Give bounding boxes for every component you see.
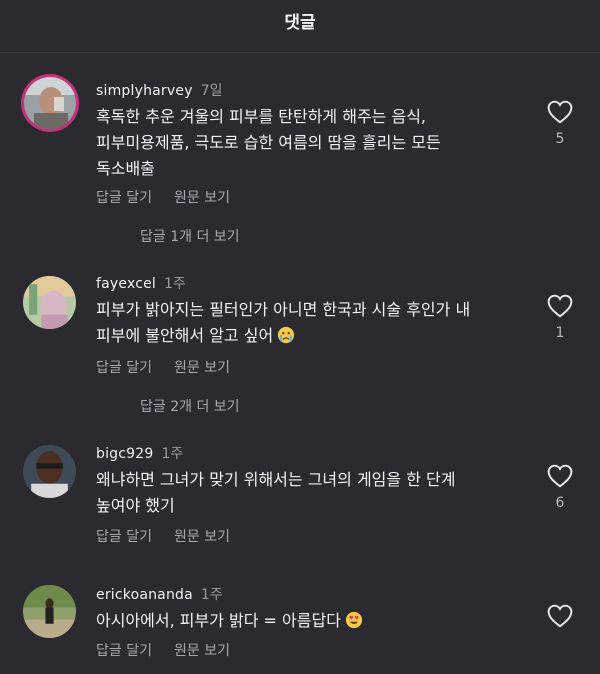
see-original-button[interactable]: 원문 보기	[174, 529, 230, 545]
comment-text: 혹독한 추운 겨울의 피부를 탄탄하게 해주는 음식, 피부미용제품, 극도로 …	[96, 104, 516, 182]
like-button[interactable]: 5	[546, 100, 574, 147]
avatar[interactable]	[23, 445, 76, 498]
username[interactable]: erickoananda	[96, 587, 193, 603]
username[interactable]: fayexcel	[96, 276, 156, 292]
comment-actions: 답글 달기 원문 보기	[96, 526, 252, 546]
comment-text-line: 피부미용제품, 극도로 습한 여름의 땀을 흘리는 모든	[96, 133, 441, 152]
header-divider	[0, 52, 600, 53]
comment-text-line: 높여야 했기	[96, 496, 175, 515]
comment-text-line: 왜냐하면 그녀가 맞기 위해서는 그녀의 게임을 한 단계	[96, 470, 456, 489]
comment-age: 1주	[164, 276, 186, 292]
comment-actions: 답글 달기 원문 보기	[96, 357, 252, 377]
comment-text: 왜냐하면 그녀가 맞기 위해서는 그녀의 게임을 한 단계 높여야 했기	[96, 467, 516, 519]
comment-meta: fayexcel 1주	[96, 273, 186, 293]
comment-meta: bigc929 1주	[96, 443, 183, 463]
crying-face-emoji	[278, 326, 295, 344]
view-more-replies-button[interactable]: 답글 1개 더 보기	[140, 226, 240, 246]
page-title: 댓글	[284, 13, 316, 33]
heart-eyes-emoji	[345, 611, 363, 629]
comment-text-line-part: 아시아에서, 피부가 밝다 = 아름답다	[96, 611, 341, 630]
username[interactable]: bigc929	[96, 446, 153, 462]
like-button[interactable]: 6	[546, 464, 574, 511]
username[interactable]: simplyharvey	[96, 83, 193, 99]
heart-icon	[547, 294, 573, 318]
comment-text-line: 피부에 불안해서 알고 싶어	[96, 323, 516, 349]
heart-icon	[547, 100, 573, 124]
reply-button[interactable]: 답글 달기	[96, 529, 152, 545]
view-more-replies-button[interactable]: 답글 2개 더 보기	[140, 396, 240, 416]
comment-actions: 답글 달기 원문 보기	[96, 187, 252, 207]
avatar[interactable]	[24, 77, 76, 129]
comment-text-line: 독소배출	[96, 159, 155, 178]
comment-text-line: 아시아에서, 피부가 밝다 = 아름답다	[96, 608, 516, 634]
comments-header: 댓글	[0, 0, 600, 40]
comment-text-line: 피부가 밝아지는 필터인가 아니면 한국과 시술 후인가 내	[96, 300, 471, 319]
comment-text-line-part: 피부에 불안해서 알고 싶어	[96, 326, 274, 345]
reply-button[interactable]: 답글 달기	[96, 360, 152, 376]
reply-button[interactable]: 답글 달기	[96, 190, 152, 206]
comment-age: 7일	[200, 83, 223, 99]
like-count: 1	[555, 325, 565, 341]
heart-icon	[547, 464, 573, 488]
comment-text: 아시아에서, 피부가 밝다 = 아름답다	[96, 608, 516, 634]
see-original-button[interactable]: 원문 보기	[174, 360, 230, 376]
reply-button[interactable]: 답글 달기	[96, 643, 152, 659]
like-button[interactable]	[546, 604, 574, 628]
comment-age: 1주	[161, 446, 184, 462]
comment-text: 피부가 밝아지는 필터인가 아니면 한국과 시술 후인가 내 피부에 불안해서 …	[96, 297, 516, 349]
comment-actions: 답글 달기 원문 보기	[96, 640, 252, 660]
avatar[interactable]	[23, 585, 76, 638]
avatar[interactable]	[23, 276, 76, 329]
like-count: 6	[555, 495, 565, 511]
comment-meta: simplyharvey 7일	[96, 80, 222, 100]
like-count: 5	[555, 131, 565, 147]
like-button[interactable]: 1	[546, 294, 574, 341]
comment-meta: erickoananda 1주	[96, 584, 223, 604]
heart-icon	[547, 604, 573, 628]
comment-text-line: 혹독한 추운 겨울의 피부를 탄탄하게 해주는 음식,	[96, 107, 427, 126]
see-original-button[interactable]: 원문 보기	[174, 190, 230, 206]
comment-age: 1주	[200, 587, 223, 603]
see-original-button[interactable]: 원문 보기	[174, 643, 230, 659]
